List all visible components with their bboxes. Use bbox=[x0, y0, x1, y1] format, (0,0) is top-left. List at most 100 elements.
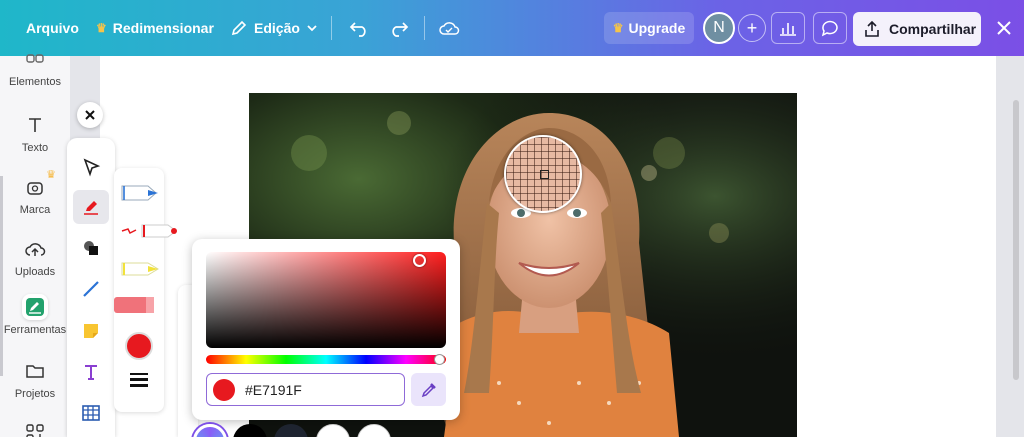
select-tool[interactable] bbox=[73, 150, 109, 184]
avatar-initial: N bbox=[713, 19, 725, 36]
share-label: Compartilhar bbox=[889, 21, 977, 37]
shapes-icon bbox=[84, 241, 98, 255]
app-root: Arquivo ♛ Redimensionar Edição ♛ Upgrade… bbox=[0, 0, 1024, 437]
table-tool[interactable] bbox=[73, 396, 109, 430]
sidebar-item-label: Texto bbox=[21, 142, 49, 154]
cloud-check-icon bbox=[439, 22, 460, 35]
upgrade-label: Upgrade bbox=[628, 20, 686, 36]
highlighter-icon bbox=[121, 262, 159, 276]
vertical-scrollbar[interactable] bbox=[1013, 100, 1019, 380]
redo-button[interactable] bbox=[386, 12, 412, 44]
plus-icon: + bbox=[746, 17, 758, 38]
comment-icon bbox=[821, 20, 838, 37]
eyedropper-magnifier bbox=[504, 135, 582, 213]
cursor-arrow-icon bbox=[83, 158, 101, 177]
brand-kit-icon: ♛ bbox=[22, 169, 56, 200]
hex-color-value: #E7191F bbox=[245, 381, 302, 398]
sidebar-item-label: Projetos bbox=[14, 388, 56, 400]
eyedropper-button[interactable] bbox=[411, 373, 446, 406]
share-button[interactable]: Compartilhar bbox=[853, 12, 981, 46]
pen-style-highlighter[interactable] bbox=[118, 258, 162, 285]
draw-tools-panel bbox=[67, 138, 115, 437]
share-upload-icon bbox=[865, 20, 879, 37]
folder-icon bbox=[22, 358, 48, 384]
pen-style-eraser[interactable] bbox=[114, 294, 158, 321]
sidebar-item-label: Uploads bbox=[14, 266, 56, 278]
cloud-upload-icon bbox=[22, 236, 48, 262]
analytics-button[interactable] bbox=[771, 12, 805, 44]
comments-button[interactable] bbox=[813, 12, 847, 44]
sidebar-item-label: Ferramentas bbox=[3, 324, 67, 336]
redo-icon bbox=[392, 22, 409, 37]
bar-chart-icon bbox=[780, 23, 796, 36]
crown-icon: ♛ bbox=[46, 169, 56, 181]
close-button[interactable] bbox=[992, 16, 1016, 40]
sticky-note-icon bbox=[84, 324, 98, 338]
stroke-weight-icon bbox=[130, 373, 148, 387]
hue-slider[interactable] bbox=[206, 355, 446, 364]
fine-pen-icon bbox=[121, 224, 177, 238]
crown-icon: ♛ bbox=[612, 21, 624, 35]
text-icon bbox=[22, 112, 48, 138]
crown-icon: ♛ bbox=[96, 21, 107, 35]
pen-style-fine[interactable] bbox=[118, 220, 178, 247]
upgrade-button[interactable]: ♛ Upgrade bbox=[604, 12, 694, 44]
color-picker-popover: #E7191F bbox=[192, 239, 460, 420]
add-collaborator-button[interactable]: + bbox=[738, 14, 766, 42]
sidebar-item-uploads[interactable]: Uploads bbox=[0, 236, 70, 278]
sidebar-item-label: Marca bbox=[19, 204, 51, 216]
color-dot-icon bbox=[125, 332, 153, 360]
avatar[interactable]: N bbox=[703, 12, 735, 44]
sticky-note-tool[interactable] bbox=[73, 314, 109, 348]
left-sidebar: Elementos Texto ♛ Marca Uploads Ferramen… bbox=[0, 54, 70, 437]
sidebar-item-elementos[interactable]: Elementos bbox=[0, 54, 70, 88]
line-tool[interactable] bbox=[73, 272, 109, 306]
magnifier-center-pixel bbox=[540, 170, 549, 179]
eraser-icon bbox=[114, 297, 154, 313]
sidebar-item-label: Elementos bbox=[9, 76, 61, 88]
divider bbox=[424, 16, 425, 40]
close-icon bbox=[997, 21, 1011, 35]
sidebar-item-ferramentas[interactable]: Ferramentas bbox=[0, 294, 70, 336]
eyedropper-icon bbox=[421, 382, 436, 397]
draw-tool-icon bbox=[22, 294, 48, 320]
top-bar: Arquivo ♛ Redimensionar Edição ♛ Upgrade… bbox=[0, 0, 1024, 56]
line-icon bbox=[83, 281, 99, 297]
marker-pen-icon bbox=[121, 185, 158, 201]
resize-label: Redimensionar bbox=[112, 20, 214, 36]
hue-slider-handle[interactable] bbox=[434, 354, 445, 365]
pencil-icon bbox=[231, 20, 247, 36]
resize-button[interactable]: ♛ Redimensionar bbox=[96, 12, 214, 44]
undo-icon bbox=[349, 22, 366, 37]
sidebar-item-marca[interactable]: ♛ Marca bbox=[0, 169, 70, 216]
apps-grid-icon bbox=[22, 420, 48, 437]
table-icon bbox=[82, 405, 100, 421]
color-selector-button[interactable] bbox=[125, 332, 153, 365]
undo-button[interactable] bbox=[346, 12, 372, 44]
stroke-weight-button[interactable] bbox=[129, 372, 149, 393]
text-icon bbox=[85, 365, 97, 380]
pen-icon bbox=[84, 201, 98, 215]
sidebar-item-projetos[interactable]: Projetos bbox=[0, 358, 70, 400]
shapes-tool[interactable] bbox=[73, 231, 109, 265]
shapes-icon bbox=[22, 54, 48, 72]
file-menu[interactable]: Arquivo bbox=[26, 12, 79, 44]
divider bbox=[331, 16, 332, 40]
saturation-handle[interactable] bbox=[413, 254, 426, 267]
edit-mode-dropdown[interactable]: Edição bbox=[230, 12, 318, 44]
pen-tool[interactable] bbox=[73, 190, 109, 224]
edit-mode-label: Edição bbox=[254, 20, 300, 36]
pen-styles-panel bbox=[114, 168, 177, 412]
sidebar-item-texto[interactable]: Texto bbox=[0, 112, 70, 154]
hex-color-input[interactable]: #E7191F bbox=[206, 373, 405, 406]
cloud-save-button[interactable] bbox=[436, 12, 462, 44]
pen-style-marker[interactable] bbox=[118, 182, 162, 209]
file-menu-label: Arquivo bbox=[26, 20, 79, 36]
close-icon bbox=[85, 110, 95, 120]
saturation-value-area[interactable] bbox=[206, 252, 446, 348]
close-draw-button[interactable] bbox=[77, 102, 103, 128]
current-color-swatch bbox=[213, 378, 235, 401]
text-tool[interactable] bbox=[73, 355, 109, 389]
chevron-down-icon bbox=[307, 25, 317, 32]
sidebar-item-apps[interactable] bbox=[0, 420, 70, 437]
